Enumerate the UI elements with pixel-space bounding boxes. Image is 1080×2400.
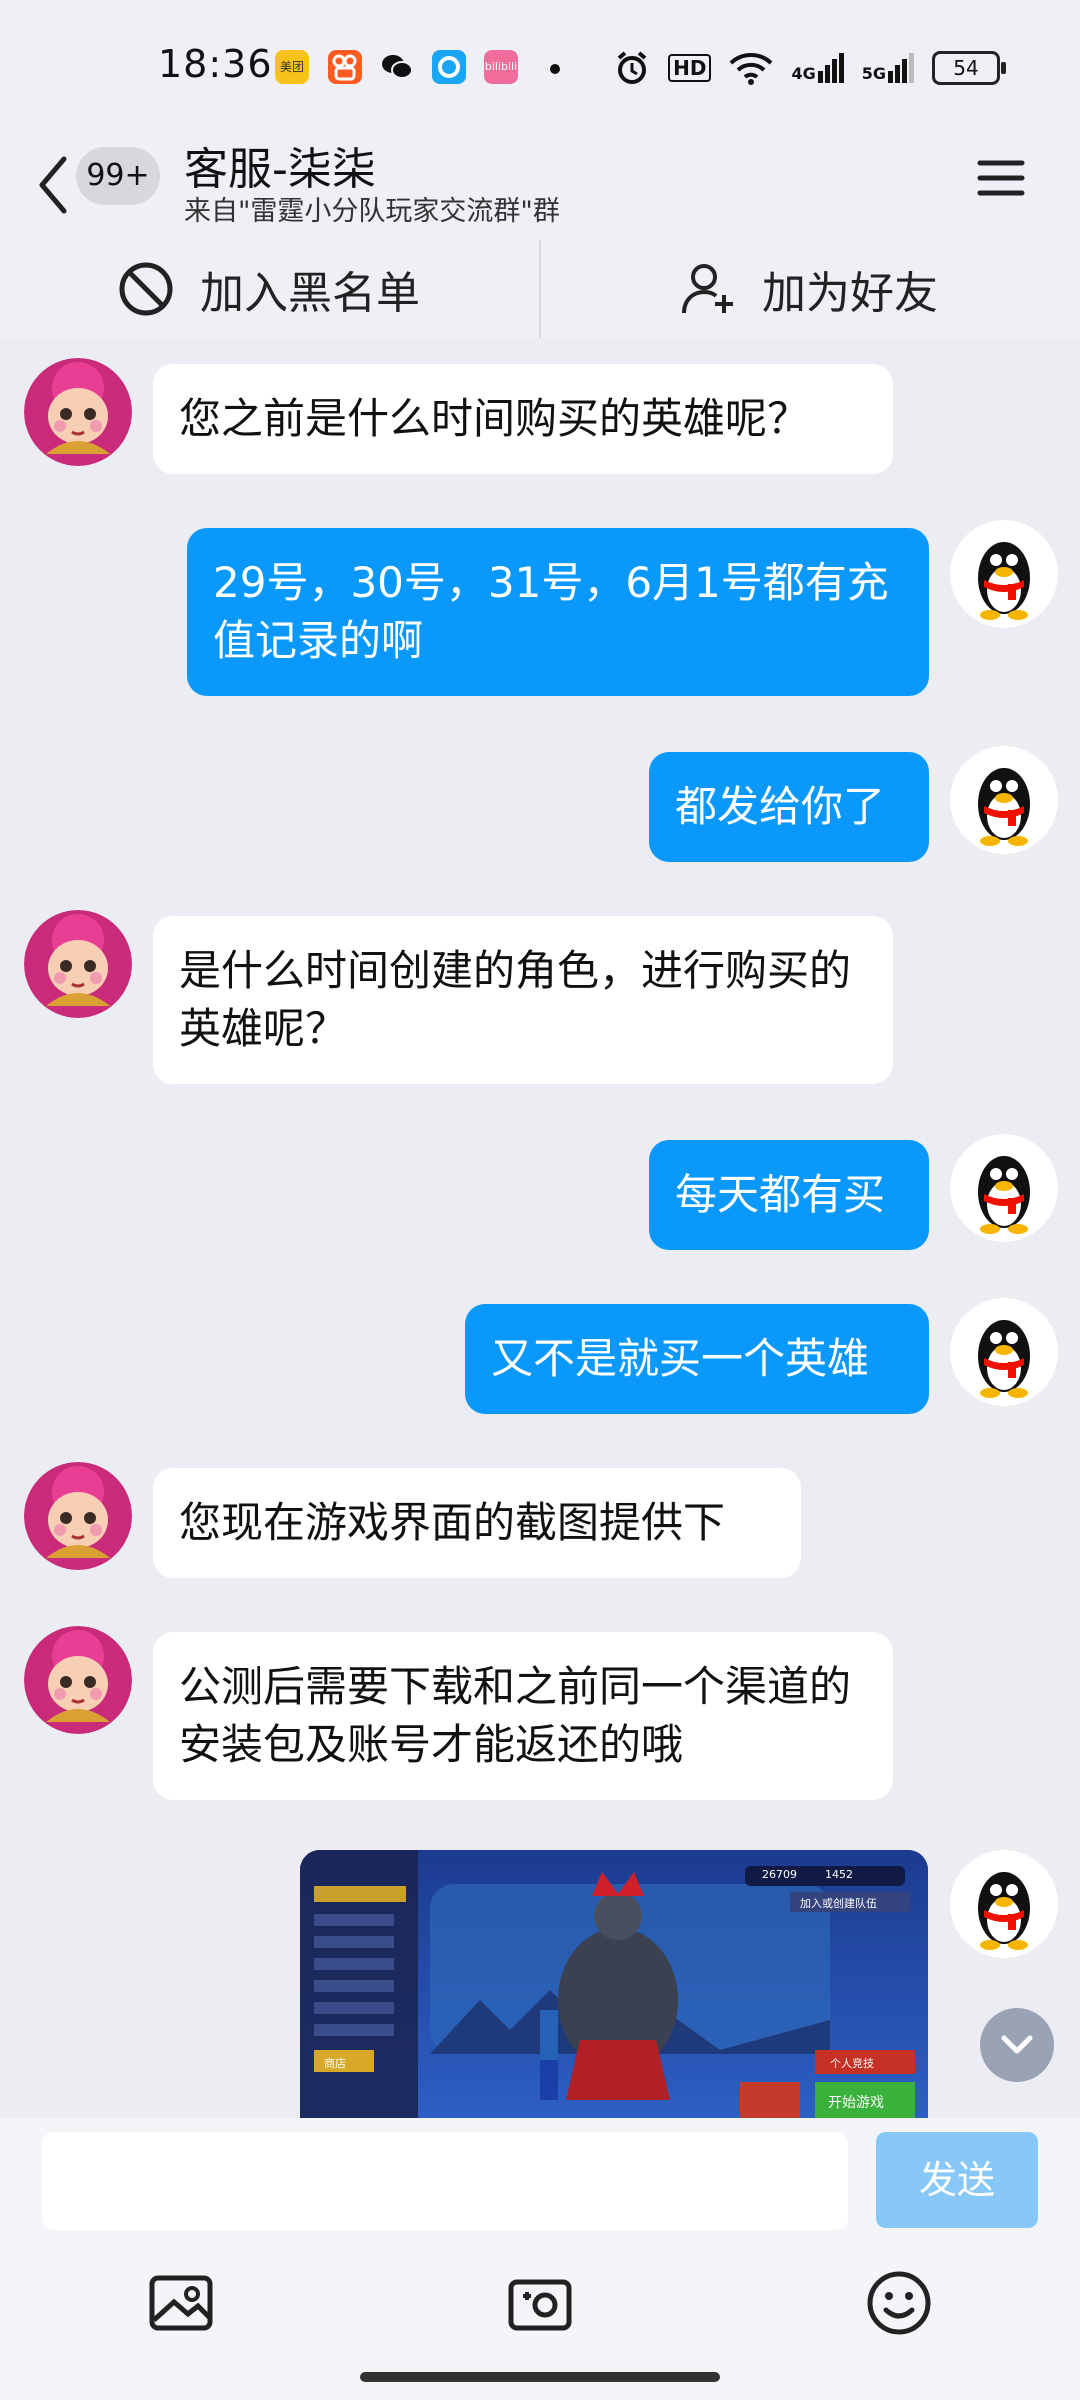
gems-text: 1452 bbox=[825, 1868, 853, 1881]
blacklist-label: 加入黑名单 bbox=[200, 268, 420, 319]
input-bar: 发送 bbox=[0, 2118, 1080, 2400]
kuaishou-icon bbox=[328, 50, 362, 84]
block-icon bbox=[119, 262, 173, 316]
alarm-icon bbox=[617, 51, 647, 84]
chat-subtitle: 来自"雷霆小分队玩家交流群"群 bbox=[184, 196, 560, 227]
camera-icon[interactable] bbox=[505, 2268, 575, 2338]
signal-4g-icon: 4G bbox=[791, 53, 844, 83]
agent-avatar[interactable] bbox=[24, 1626, 132, 1734]
message-input[interactable] bbox=[42, 2132, 848, 2230]
meituan-icon: 美团 bbox=[275, 50, 309, 84]
coins-text: 26709 bbox=[762, 1868, 797, 1881]
action-bar: 加入黑名单 加为好友 bbox=[0, 240, 1080, 338]
agent-avatar[interactable] bbox=[24, 910, 132, 1018]
add-friend-button[interactable]: 加为好友 bbox=[680, 240, 938, 338]
scroll-to-bottom-button[interactable] bbox=[980, 2008, 1054, 2082]
clock: 18:36 bbox=[158, 42, 273, 86]
battery-indicator: 54 bbox=[932, 51, 1006, 85]
add-to-blacklist-button[interactable]: 加入黑名单 bbox=[118, 240, 420, 338]
add-friend-label: 加为好友 bbox=[762, 268, 938, 319]
emoji-icon[interactable] bbox=[864, 2268, 934, 2338]
join-team-text: 加入或创建队伍 bbox=[800, 1897, 877, 1910]
message-bubble-outgoing[interactable]: 又不是就买一个英雄 bbox=[465, 1304, 929, 1414]
status-bar: 18:36 美团 bilibili HD 4G 5G 54 bbox=[0, 0, 1080, 135]
divider bbox=[539, 240, 541, 338]
add-user-icon bbox=[682, 264, 733, 314]
message-bubble-outgoing[interactable]: 都发给你了 bbox=[649, 752, 929, 862]
agent-avatar[interactable] bbox=[24, 1462, 132, 1570]
image-icon[interactable] bbox=[146, 2268, 216, 2338]
home-indicator[interactable] bbox=[360, 2372, 720, 2382]
user-avatar[interactable] bbox=[950, 746, 1058, 854]
game-screenshot-image[interactable]: 26709 1452 加入或创建队伍 商店 个人竞技 开始游戏 bbox=[300, 1850, 928, 2118]
unread-badge[interactable]: 99+ bbox=[76, 147, 160, 205]
message-bubble-incoming[interactable]: 您现在游戏界面的截图提供下 bbox=[153, 1468, 801, 1578]
status-indicators: HD 4G 5G 54 bbox=[614, 46, 1006, 90]
message-bubble-incoming[interactable]: 您之前是什么时间购买的英雄呢？ bbox=[153, 364, 893, 474]
send-button[interactable]: 发送 bbox=[876, 2132, 1038, 2228]
chat-header: 99+ 客服-柒柒 来自"雷霆小分队玩家交流群"群 bbox=[0, 135, 1080, 240]
hd-icon: HD bbox=[668, 54, 712, 82]
agent-avatar[interactable] bbox=[24, 358, 132, 466]
menu-icon[interactable] bbox=[976, 153, 1026, 203]
signal-5g-icon: 5G bbox=[862, 53, 914, 83]
more-notifications-dot bbox=[550, 64, 560, 74]
user-avatar[interactable] bbox=[950, 520, 1058, 628]
chat-message-list[interactable]: 您之前是什么时间购买的英雄呢？ 29号，30号，31号，6月1号都有充值记录的啊… bbox=[0, 338, 1080, 2118]
user-avatar[interactable] bbox=[950, 1850, 1058, 1958]
message-bubble-incoming[interactable]: 是什么时间创建的角色，进行购买的英雄呢？ bbox=[153, 916, 893, 1084]
user-avatar[interactable] bbox=[950, 1134, 1058, 1242]
shop-text: 商店 bbox=[324, 2057, 346, 2070]
chevron-down-icon bbox=[1001, 2035, 1033, 2054]
message-bubble-outgoing[interactable]: 29号，30号，31号，6月1号都有充值记录的啊 bbox=[187, 528, 929, 696]
wifi-icon bbox=[730, 53, 773, 85]
personal-match-text: 个人竞技 bbox=[830, 2057, 874, 2070]
user-avatar[interactable] bbox=[950, 1298, 1058, 1406]
start-game-text: 开始游戏 bbox=[828, 2095, 884, 2111]
bilibili-icon: bilibili bbox=[484, 50, 518, 84]
message-bubble-outgoing[interactable]: 每天都有买 bbox=[649, 1140, 929, 1250]
chat-title: 客服-柒柒 bbox=[184, 144, 376, 195]
wechat-icon bbox=[380, 50, 414, 84]
message-bubble-incoming[interactable]: 公测后需要下载和之前同一个渠道的安装包及账号才能返还的哦 bbox=[153, 1632, 893, 1800]
ele-me-icon bbox=[432, 50, 466, 84]
